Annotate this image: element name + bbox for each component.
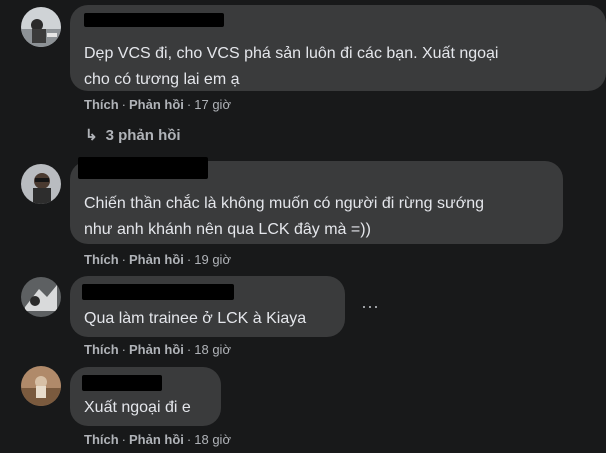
separator: ·	[121, 342, 127, 357]
comment-text-line: cho có tương lai em ạ	[84, 71, 240, 88]
timestamp[interactable]: 18 giờ	[194, 342, 231, 357]
redacted-author-name	[78, 157, 208, 179]
comment-bubble: Dẹp VCS đi, cho VCS phá sản luôn đi các …	[70, 5, 606, 91]
comment-actions: Thích · Phản hồi · 18 giờ	[84, 432, 231, 447]
timestamp[interactable]: 18 giờ	[194, 432, 231, 447]
redacted-author-name	[82, 375, 162, 391]
separator: ·	[121, 432, 127, 447]
redacted-author-name	[82, 284, 234, 300]
reply-link[interactable]: Phản hồi	[129, 432, 184, 447]
comment-bubble: Qua làm trainee ở LCK à Kiaya	[70, 276, 345, 337]
comment-text-line: như anh khánh nên qua LCK đây mà =))	[84, 221, 371, 238]
view-replies-label: 3 phản hồi	[105, 127, 181, 144]
like-link[interactable]: Thích	[84, 342, 119, 357]
timestamp[interactable]: 19 giờ	[194, 252, 231, 267]
reply-link[interactable]: Phản hồi	[129, 342, 184, 357]
avatar[interactable]	[21, 277, 61, 317]
like-link[interactable]: Thích	[84, 432, 119, 447]
comment-text-line: Chiến thần chắc là không muốn có người đ…	[84, 195, 485, 212]
comment-bubble: Xuất ngoại đi e	[70, 367, 221, 426]
separator: ·	[186, 432, 192, 447]
like-link[interactable]: Thích	[84, 97, 119, 112]
timestamp[interactable]: 17 giờ	[194, 97, 231, 112]
avatar[interactable]	[21, 164, 61, 204]
comment-text-line: Qua làm trainee ở LCK à Kiaya	[84, 310, 307, 327]
view-replies-link[interactable]: ↳ 3 phản hồi	[85, 126, 181, 144]
comment-actions: Thích · Phản hồi · 17 giờ	[84, 97, 231, 112]
comment-bubble: Chiến thần chắc là không muốn có người đ…	[70, 157, 563, 244]
reply-link[interactable]: Phản hồi	[129, 252, 184, 267]
comment-actions: Thích · Phản hồi · 19 giờ	[84, 252, 231, 267]
separator: ·	[121, 97, 127, 112]
separator: ·	[186, 342, 192, 357]
redacted-author-name	[84, 13, 224, 27]
reply-arrow-icon: ↳	[85, 127, 98, 144]
separator: ·	[121, 252, 127, 267]
comment-text-line: Dẹp VCS đi, cho VCS phá sản luôn đi các …	[84, 45, 499, 62]
more-options-icon[interactable]: ···	[360, 297, 380, 319]
like-link[interactable]: Thích	[84, 252, 119, 267]
separator: ·	[186, 97, 192, 112]
avatar[interactable]	[21, 7, 61, 47]
comment-text-line: Xuất ngoại đi e	[84, 399, 191, 416]
avatar[interactable]	[21, 366, 61, 406]
comment-actions: Thích · Phản hồi · 18 giờ	[84, 342, 231, 357]
separator: ·	[186, 252, 192, 267]
reply-link[interactable]: Phản hồi	[129, 97, 184, 112]
